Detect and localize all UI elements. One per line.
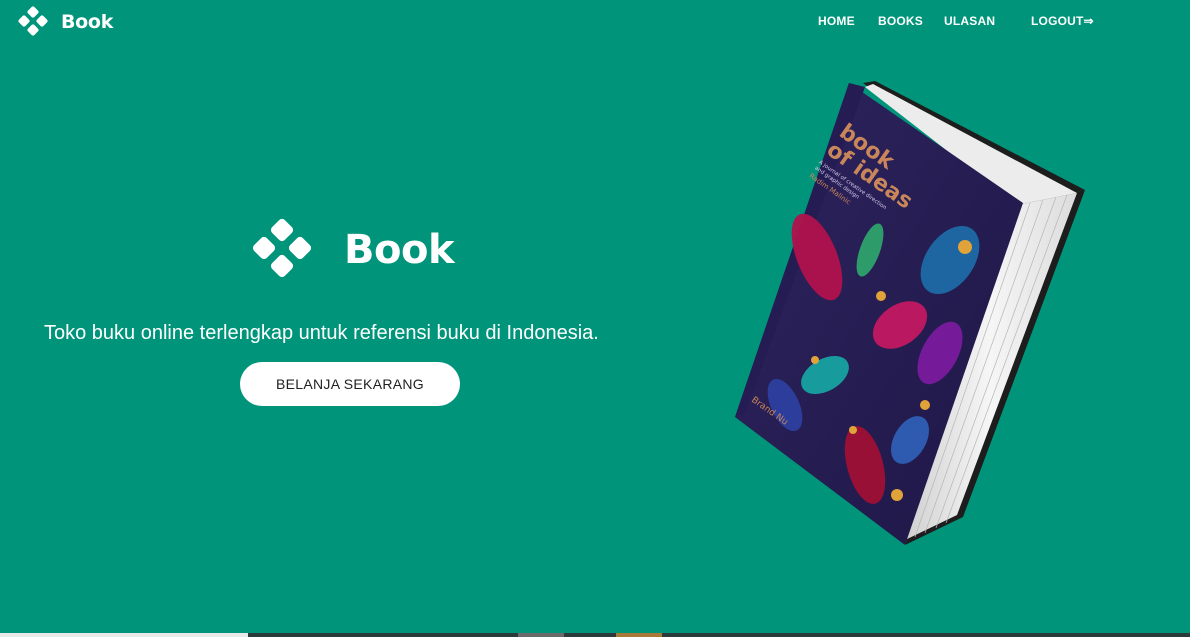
book-image: book of ideas A journal of creative dire… (725, 75, 1095, 555)
navbar: Book HOME BOOKS ULASAN LOGOUT⇒ (0, 0, 1190, 44)
hero-logo-text: Book (344, 227, 455, 273)
hero-logo-icon (250, 218, 314, 282)
nav-books[interactable]: BOOKS (878, 14, 923, 28)
hero-tagline: Toko buku online terlengkap untuk refere… (44, 322, 599, 344)
logo-icon (17, 6, 49, 38)
brand-link[interactable]: Book (17, 6, 113, 38)
nav-home[interactable]: HOME (818, 14, 855, 28)
nav-ulasan[interactable]: ULASAN (944, 14, 995, 28)
shop-now-button[interactable]: BELANJA SEKARANG (240, 362, 460, 406)
bottom-strip (0, 633, 1190, 637)
nav-logout[interactable]: LOGOUT⇒ (1031, 14, 1094, 28)
hero-logo: Book (250, 218, 455, 282)
brand-name: Book (61, 11, 114, 33)
